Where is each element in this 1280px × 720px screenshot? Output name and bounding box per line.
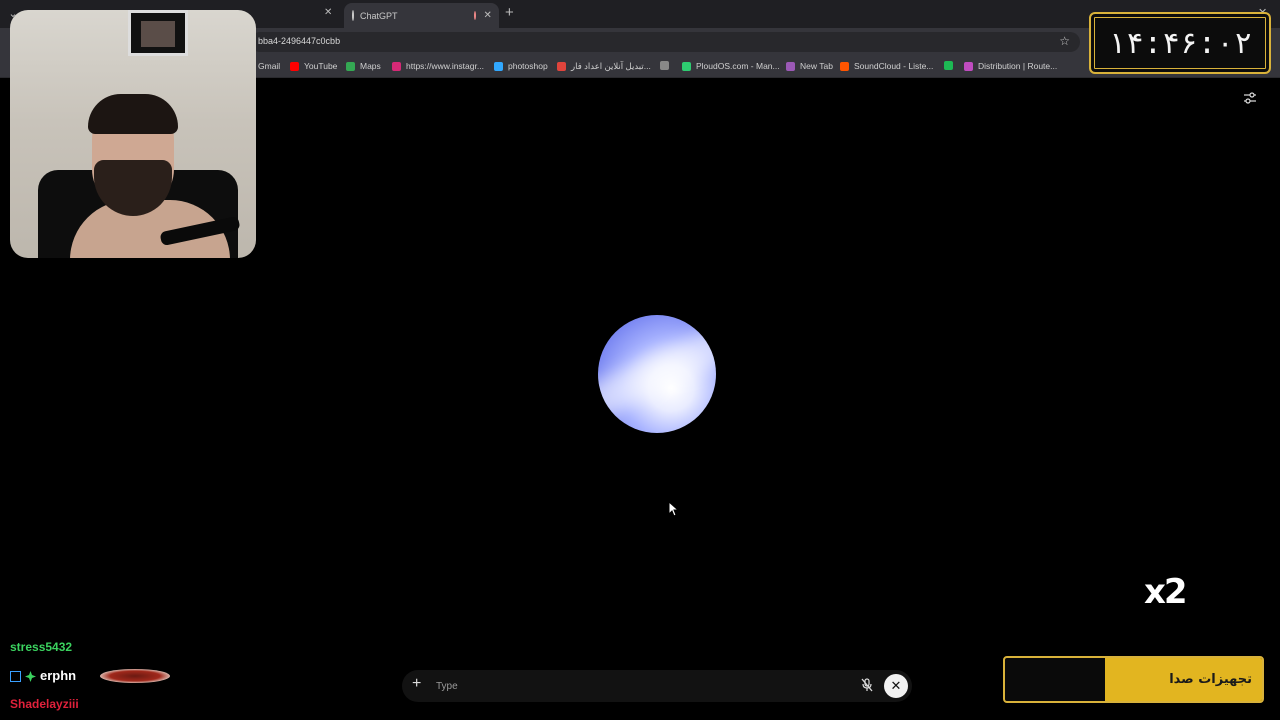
bookmark-item[interactable]: PloudOS.com - Man... [682,61,780,71]
bookmark-item[interactable]: YouTube [290,61,337,71]
mic-muted-icon[interactable] [860,678,874,692]
bookmark-item[interactable]: Distribution | Route... [964,61,1057,71]
chat-username: stress5432 [10,640,73,654]
bookmark-label: YouTube [304,61,338,71]
bookmark-item[interactable]: photoshop [494,61,548,71]
mouse-cursor-icon [668,501,680,517]
tab-title: ChatGPT [360,10,398,21]
close-tab-icon[interactable]: ✕ [484,10,492,21]
bookmark-favicon-icon [964,61,973,71]
webcam-overlay [10,10,256,258]
new-tab-button[interactable]: + [505,4,514,21]
chat-line: erphn [10,668,76,683]
chat-emote [100,669,170,683]
settings-sliders-icon[interactable] [1243,91,1257,105]
bookmark-label: PloudOS.com - Man... [696,61,780,71]
bookmark-item[interactable] [944,61,958,70]
bookmark-favicon-icon [944,61,953,70]
recording-icon [473,11,476,20]
bookmark-favicon-icon [682,61,691,71]
chat-username: Shadelayziii [10,697,79,711]
bookmark-item[interactable]: SoundCloud - Liste... [840,61,933,71]
bookmark-favicon-icon [557,62,566,71]
audio-gear-banner: تجهیزات صدا [1003,656,1264,703]
chat-username: erphn [40,668,77,683]
end-voice-button[interactable]: ✕ [884,674,908,698]
close-tab-icon[interactable]: ✕ [324,7,332,18]
url-text[interactable]: bba4-2496447c0cbb [258,36,340,46]
tab-chatgpt[interactable]: ChatGPT ✕ [344,3,499,28]
bookmark-item[interactable]: Maps [346,61,381,71]
bookmark-label: https://www.instagr... [406,61,484,71]
bookmark-favicon-icon [494,61,503,71]
bookmark-label: photoshop [508,61,548,71]
verified-badge-icon [10,671,21,683]
bookmark-favicon-icon [840,61,849,71]
chatgpt-favicon-icon [352,10,354,21]
sparkle-badge-icon [25,671,36,683]
bookmark-favicon-icon [786,61,795,71]
bookmark-item[interactable]: New Tab [786,61,833,71]
address-bar[interactable]: bba4-2496447c0cbb ☆ [250,32,1080,52]
bookmark-label: Distribution | Route... [978,61,1058,71]
bookmark-label: SoundCloud - Liste... [854,61,934,71]
bookmark-item[interactable]: تبدیل آنلاین اعداد فار... [557,61,651,72]
bookmark-label: New Tab [800,61,833,71]
bookmark-favicon-icon [392,61,401,71]
clock-overlay: ۱۴:۴۶:۰۲ [1089,12,1271,74]
stream-chat: stress5432 erphn Shadelayziii [0,640,200,720]
bookmark-favicon-icon [290,61,299,71]
voice-orb [598,315,716,433]
playback-speed-label: x2 [1144,572,1188,612]
bookmark-item[interactable] [660,61,674,70]
clock-time: ۱۴:۴۶:۰۲ [1107,26,1253,61]
bookmark-favicon-icon [660,61,669,70]
bookmark-star-icon[interactable]: ☆ [1059,34,1070,48]
bookmark-label: Gmail [258,61,281,71]
add-attachment-button[interactable]: + [412,675,421,693]
bookmark-label: تبدیل آنلاین اعداد فار... [571,61,651,71]
audio-gear-label: تجهیزات صدا [1169,672,1252,687]
message-input[interactable] [436,676,856,696]
voice-composer: + ✕ [402,670,912,702]
bookmark-item[interactable]: https://www.instagr... [392,61,484,71]
bookmark-label: Maps [360,61,381,71]
bookmark-favicon-icon [346,61,355,71]
